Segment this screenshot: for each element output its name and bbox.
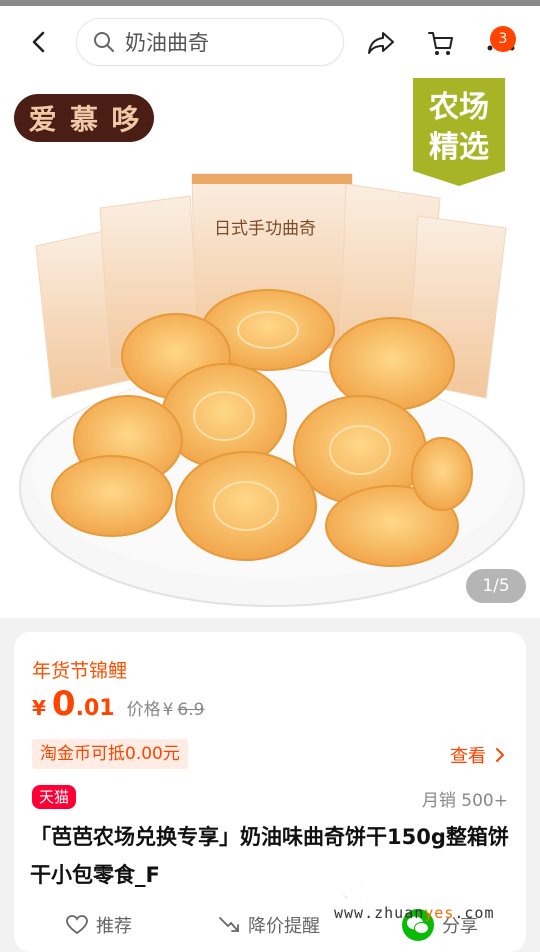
price-decimal: .01 — [75, 696, 115, 721]
product-info-card: 年货节锦鲤 ¥ 0 .01 价格 ¥ 6.9 淘金币可抵0.00元 查看 天猫 … — [14, 632, 526, 952]
packet-text: 日式手功曲奇 — [214, 219, 316, 239]
search-input[interactable]: 奶油曲奇 — [76, 18, 344, 66]
search-icon — [94, 32, 114, 52]
recommend-button[interactable]: 推荐 — [66, 912, 132, 938]
share-arrow-icon — [368, 32, 394, 54]
action-row: 推荐 降价提醒 分享 — [14, 909, 526, 941]
heart-icon — [66, 915, 88, 935]
view-link[interactable]: 查看 — [450, 742, 508, 768]
cart-count-badge: 3 — [490, 26, 516, 52]
price-integer: 0 — [51, 684, 76, 724]
chevron-left-icon — [32, 31, 45, 53]
product-title: 「芭芭农场兑换专享」奶油味曲奇饼干150g整箱饼干小包零食_F — [30, 825, 509, 887]
cart-icon — [428, 32, 453, 55]
cart-button[interactable] — [426, 28, 456, 58]
trend-down-icon — [219, 917, 239, 932]
top-bar: 奶油曲奇 3 — [0, 6, 540, 78]
product-image-gallery[interactable]: 日式手功曲奇 爱 慕 哆 农场 精选 1/5 — [0, 78, 540, 618]
search-placeholder: 奶油曲奇 — [125, 31, 209, 55]
image-counter: 1/5 — [466, 569, 526, 603]
original-price-symbol: ¥ — [162, 700, 174, 720]
share-button[interactable] — [366, 28, 396, 58]
promo-title: 年货节锦鲤 — [32, 660, 128, 682]
original-price-label: 价格 — [126, 700, 161, 720]
wechat-share-button[interactable]: 分享 — [402, 909, 478, 941]
price-symbol: ¥ — [32, 696, 46, 720]
wechat-icon — [402, 909, 434, 941]
monthly-sales: 月销 500+ — [421, 791, 508, 811]
chevron-right-icon — [496, 748, 504, 762]
price-alert-button[interactable]: 降价提醒 — [218, 912, 320, 938]
original-price: 6.9 — [177, 700, 205, 720]
price-row: ¥ 0 .01 价格 ¥ 6.9 — [32, 684, 204, 724]
brand-logo: 爱 慕 哆 — [14, 94, 154, 142]
back-button[interactable] — [0, 6, 78, 78]
tmall-badge: 天猫 — [32, 785, 77, 809]
farm-select-tag: 农场 精选 — [413, 78, 505, 186]
coin-deduction-badge: 淘金币可抵0.00元 — [32, 739, 188, 769]
